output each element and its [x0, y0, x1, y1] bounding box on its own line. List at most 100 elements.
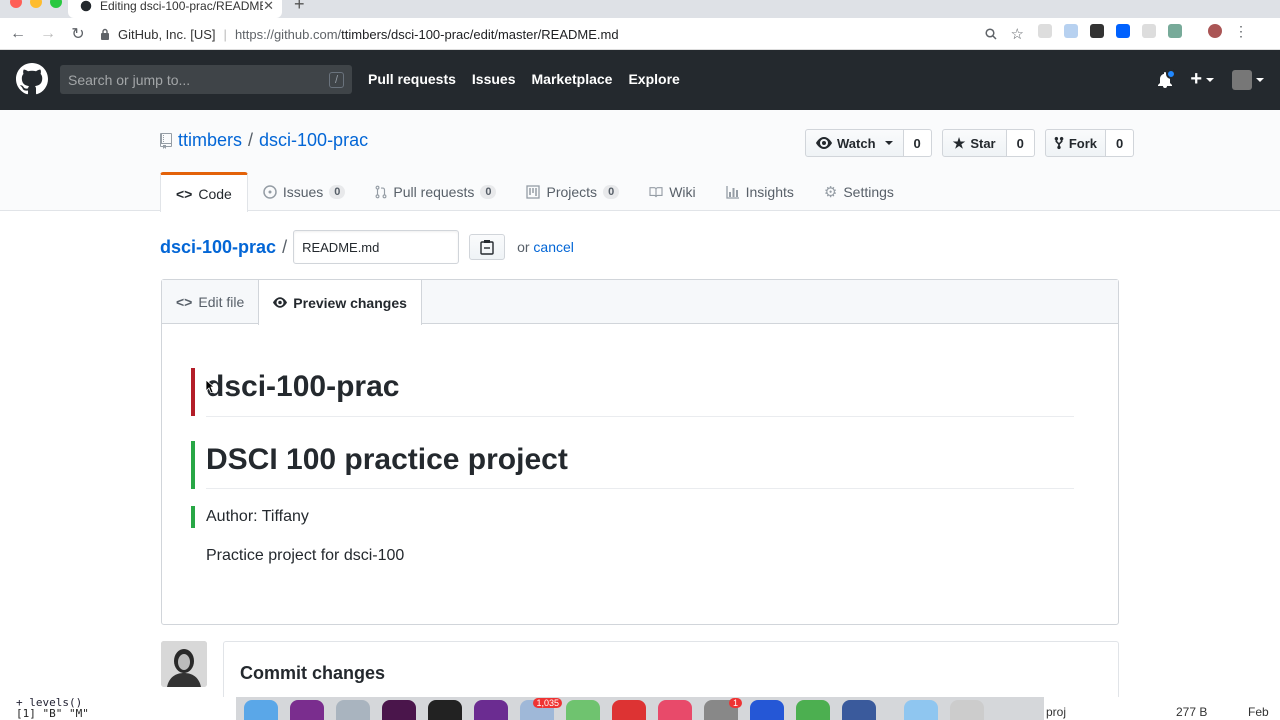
tab-code[interactable]: <> Code	[160, 172, 248, 212]
repo-owner-link[interactable]: ttimbers	[178, 130, 242, 151]
browser-tab-active[interactable]: Editing dsci-100-prac/README.md ✕	[68, 0, 282, 18]
issue-icon	[263, 185, 277, 199]
eye-icon	[273, 297, 288, 308]
github-global-nav: Pull requests Issues Marketplace Explore	[368, 71, 680, 87]
app4-dock-icon[interactable]	[842, 700, 876, 720]
fork-count[interactable]: 0	[1106, 129, 1135, 157]
preview-description: Practice project for dsci-100	[206, 547, 405, 564]
star-count[interactable]: 0	[1006, 129, 1035, 157]
terminal-dock-icon[interactable]	[428, 700, 462, 720]
launchpad-dock-icon[interactable]	[336, 700, 370, 720]
tab-edit-file[interactable]: <> Edit file	[162, 280, 258, 324]
address-divider: |	[223, 26, 227, 42]
user-avatar-menu[interactable]	[1232, 69, 1264, 90]
app2-dock-icon[interactable]	[612, 700, 646, 720]
github-header-right: +	[1158, 68, 1264, 91]
tab-issues-label: Issues	[282, 184, 324, 200]
mail-dock-icon[interactable]: 1,035	[520, 698, 562, 720]
close-window-button[interactable]	[10, 0, 22, 8]
pull-requests-counter: 0	[480, 185, 497, 199]
finder-file-name: proj	[1046, 705, 1067, 719]
nav-explore[interactable]: Explore	[628, 71, 679, 87]
tab-projects-label: Projects	[546, 184, 598, 200]
tab-issues[interactable]: Issues 0	[248, 172, 361, 212]
finder-file-size: 277 B	[1176, 705, 1208, 719]
breadcrumb-repo-link[interactable]: dsci-100-prac	[160, 237, 276, 258]
github-search-input[interactable]: Search or jump to... /	[60, 65, 352, 94]
code-icon: <>	[176, 185, 193, 202]
browser-menu-icon[interactable]: ⋮	[1234, 24, 1248, 38]
preview-heading-added: DSCI 100 practice project	[191, 440, 1074, 489]
commit-changes-box: Commit changes	[223, 641, 1119, 701]
downloads-dock-icon[interactable]	[904, 700, 938, 720]
fork-button[interactable]: Fork	[1044, 129, 1107, 157]
tab-wiki[interactable]: Wiki	[634, 172, 710, 212]
editor-tabs: <> Edit file Preview changes	[162, 280, 1118, 325]
back-icon[interactable]: ←	[6, 22, 30, 46]
notifications-bell-icon[interactable]	[1158, 68, 1177, 88]
gear-icon: ⚙	[823, 184, 838, 201]
lock-icon	[100, 28, 110, 40]
browser-tab-strip: Editing dsci-100-prac/README.md ✕ +	[0, 0, 1280, 18]
filename-input[interactable]: README.md	[293, 230, 460, 264]
extension-6-icon[interactable]	[1168, 24, 1182, 38]
tab-projects[interactable]: Projects 0	[511, 172, 634, 212]
tab-insights[interactable]: Insights	[711, 172, 809, 212]
messages-dock-icon[interactable]	[566, 700, 600, 720]
forward-icon[interactable]: →	[36, 22, 60, 46]
prefs-badge: 1	[728, 698, 742, 708]
github-favicon-icon	[80, 0, 92, 12]
tab-settings[interactable]: ⚙ Settings	[809, 172, 909, 212]
browser-dock-icon[interactable]	[750, 700, 784, 720]
app3-dock-icon[interactable]	[796, 700, 830, 720]
finder-file-row[interactable]: proj 277 B Feb 1,	[1044, 697, 1280, 720]
eye-icon	[816, 137, 832, 149]
breadcrumb-separator: /	[282, 236, 288, 257]
watch-count[interactable]: 0	[903, 129, 932, 157]
nav-marketplace[interactable]: Marketplace	[532, 71, 613, 87]
code-icon: <>	[176, 294, 193, 310]
finder-file-date: Feb 1,	[1248, 705, 1269, 720]
copy-path-button[interactable]	[469, 234, 506, 260]
window-controls	[10, 0, 62, 8]
repo-name-link[interactable]: dsci-100-prac	[259, 130, 368, 151]
minimize-window-button[interactable]	[30, 0, 42, 8]
extension-3-icon[interactable]	[1090, 24, 1104, 38]
trash-dock-icon[interactable]	[950, 700, 984, 720]
create-new-plus-icon[interactable]: +	[1190, 68, 1214, 91]
finder-dock-icon[interactable]	[244, 700, 278, 720]
tab-pull-requests[interactable]: Pull requests 0	[360, 172, 511, 212]
slack-dock-icon[interactable]	[382, 700, 416, 720]
zoom-window-button[interactable]	[50, 0, 62, 8]
music-dock-icon[interactable]	[658, 700, 692, 720]
nav-issues[interactable]: Issues	[472, 71, 516, 87]
app-dock-icon[interactable]	[474, 700, 508, 720]
dropbox-icon[interactable]	[1116, 24, 1130, 38]
address-bar[interactable]: GitHub, Inc. [US] | https://github.com/t…	[100, 21, 1028, 47]
zoom-icon[interactable]	[984, 28, 997, 40]
file-breadcrumb: dsci-100-prac / README.md or cancel	[160, 230, 574, 264]
tab-insights-label: Insights	[745, 184, 794, 200]
nav-pull-requests[interactable]: Pull requests	[368, 71, 456, 87]
bookmark-star-icon[interactable]: ☆	[1011, 25, 1024, 43]
search-shortcut-key: /	[328, 71, 344, 88]
new-tab-icon[interactable]: +	[294, 0, 305, 15]
mail-badge: 1,035	[533, 698, 562, 708]
system-prefs-dock-icon[interactable]: 1	[704, 698, 742, 720]
fork-icon	[1054, 136, 1064, 150]
extension-1-icon[interactable]	[1038, 24, 1052, 38]
watch-button[interactable]: Watch	[805, 129, 904, 157]
github-logo-icon[interactable]	[16, 63, 48, 95]
repository-title: ttimbers / dsci-100-prac	[160, 130, 368, 151]
profile-avatar-icon[interactable]	[1208, 24, 1222, 38]
close-tab-icon[interactable]: ✕	[263, 0, 274, 14]
cancel-link[interactable]: cancel	[533, 239, 573, 255]
extension-5-icon[interactable]	[1142, 24, 1156, 38]
watch-label: Watch	[837, 135, 876, 151]
siri-dock-icon[interactable]	[290, 700, 324, 720]
tab-code-label: Code	[198, 185, 232, 202]
star-button[interactable]: ★ Star	[941, 129, 1007, 157]
extension-2-icon[interactable]	[1064, 24, 1078, 38]
tab-preview-changes[interactable]: Preview changes	[258, 280, 422, 325]
reload-icon[interactable]: ↻	[66, 22, 90, 46]
